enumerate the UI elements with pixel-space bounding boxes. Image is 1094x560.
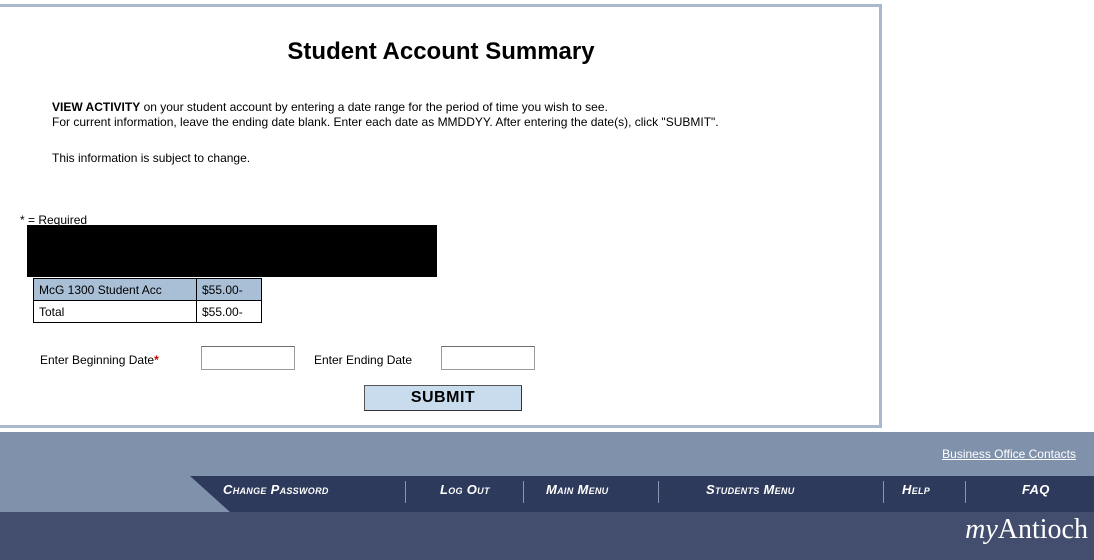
end-date-input[interactable] bbox=[441, 346, 535, 370]
nav-help[interactable]: Help bbox=[902, 476, 930, 512]
required-star: * bbox=[154, 353, 159, 367]
nav-log-out[interactable]: Log Out bbox=[440, 476, 490, 512]
nav-main-menu[interactable]: Main Menu bbox=[546, 476, 608, 512]
begin-date-label-text: Enter Beginning Date bbox=[40, 353, 155, 367]
total-label-cell: Total bbox=[33, 300, 197, 323]
brand-my: my bbox=[965, 514, 998, 545]
total-amount-cell: $55.00- bbox=[196, 300, 262, 323]
nav-separator bbox=[405, 481, 406, 503]
intro-text: VIEW ACTIVITY on your student account by… bbox=[52, 100, 719, 130]
nav-separator bbox=[883, 481, 884, 503]
nav-faq[interactable]: FAQ bbox=[1022, 476, 1050, 512]
intro-line2: For current information, leave the endin… bbox=[52, 115, 719, 129]
end-date-label: Enter Ending Date bbox=[314, 353, 413, 367]
nav-separator bbox=[523, 481, 524, 503]
myantioch-logo: myAntioch bbox=[965, 514, 1088, 546]
begin-date-input[interactable] bbox=[201, 346, 295, 370]
nav-change-password[interactable]: Change Password bbox=[223, 476, 329, 512]
page-title: Student Account Summary bbox=[287, 38, 595, 65]
begin-date-label: Enter Beginning Date* bbox=[40, 353, 159, 367]
nav-separator bbox=[965, 481, 966, 503]
footer-bottom-band bbox=[0, 512, 1094, 560]
brand-name: Antioch bbox=[997, 514, 1088, 545]
intro-bold: VIEW ACTIVITY bbox=[52, 100, 141, 114]
table-row: McG 1300 Student Acc $55.00- bbox=[33, 278, 262, 301]
redacted-block bbox=[27, 225, 437, 277]
submit-button[interactable]: SUBMIT bbox=[364, 385, 522, 411]
account-amount-cell: $55.00- bbox=[196, 278, 262, 301]
intro-rest: on your student account by entering a da… bbox=[140, 100, 608, 114]
footer-nav: Change Password Log Out Main Menu Studen… bbox=[0, 476, 1094, 512]
nav-separator bbox=[658, 481, 659, 503]
nav-students-menu[interactable]: Students Menu bbox=[706, 476, 795, 512]
notice-text: This information is subject to change. bbox=[52, 151, 251, 165]
table-row: Total $55.00- bbox=[33, 300, 262, 323]
footer-top-band bbox=[0, 432, 1094, 476]
account-summary-table: McG 1300 Student Acc $55.00- Total $55.0… bbox=[33, 278, 262, 323]
business-office-contacts-link[interactable]: Business Office Contacts bbox=[942, 447, 1076, 461]
account-label-cell: McG 1300 Student Acc bbox=[33, 278, 197, 301]
